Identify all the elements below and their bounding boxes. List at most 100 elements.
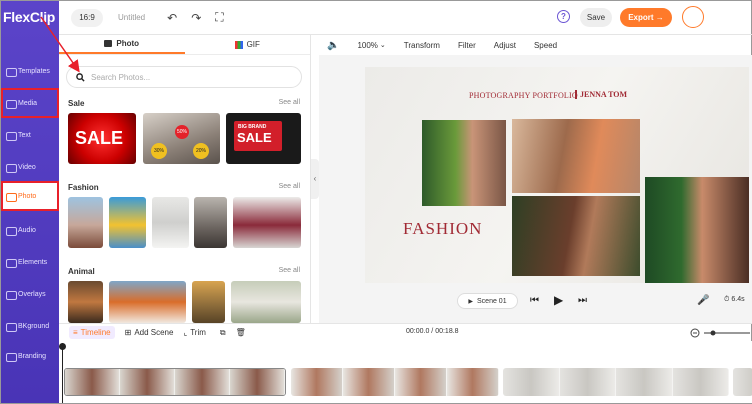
nav-item-label: BKground xyxy=(18,322,50,330)
canvas-photo-4[interactable] xyxy=(645,177,749,283)
sale-photo-3[interactable]: BIG BRAND SALE xyxy=(226,113,301,164)
play-small-icon: ▶ xyxy=(468,298,474,305)
nav-item-media[interactable]: Media xyxy=(1,88,59,118)
nav-item-label: Media xyxy=(18,99,38,107)
search-input[interactable] xyxy=(91,72,281,82)
sale-photo-1[interactable]: SALE xyxy=(68,113,136,164)
left-nav: FlexClip Templates Media Text Video Phot… xyxy=(1,1,59,403)
tab-gif[interactable]: GIF xyxy=(185,35,311,54)
nav-item-bkground[interactable]: BKground xyxy=(1,311,59,341)
nav-item-photo[interactable]: Photo xyxy=(1,181,59,211)
see-all-fashion-link[interactable]: See all xyxy=(279,183,300,190)
canvas-photo-2[interactable] xyxy=(512,119,640,193)
sale-photo-text: SALE xyxy=(75,128,124,148)
microphone-icon[interactable]: 🎤 xyxy=(697,295,709,306)
timecode: 00:00.0 / 00:18.8 xyxy=(406,328,459,335)
timeline-zoom[interactable] xyxy=(690,327,750,341)
section-title-fashion: Fashion xyxy=(68,183,99,192)
gif-tab-icon xyxy=(234,40,243,49)
app-logo[interactable]: FlexClip xyxy=(3,9,55,25)
scene-label: Scene 01 xyxy=(477,297,507,305)
flexclip-editor: FlexClip Templates Media Text Video Phot… xyxy=(0,0,752,404)
timeline-icon: ≡ xyxy=(73,328,78,337)
nav-item-branding[interactable]: Branding xyxy=(1,341,59,371)
tab-label: Timeline xyxy=(80,328,111,337)
aspect-ratio-button[interactable]: 16:9 xyxy=(71,8,103,27)
fashion-photo-3[interactable] xyxy=(152,197,189,248)
undo-icon[interactable]: ↶ xyxy=(167,11,177,25)
delete-icon[interactable]: 🗑 xyxy=(236,328,246,337)
export-button[interactable]: Export → xyxy=(620,8,672,27)
stage-toolbar: 🔈 100% ⌄ Transform Filter Adjust Speed xyxy=(319,35,752,55)
fullscreen-icon[interactable]: ⛶ xyxy=(215,10,223,25)
see-all-animal-link[interactable]: See all xyxy=(279,267,300,274)
playhead[interactable] xyxy=(59,343,66,403)
nav-item-audio[interactable]: Audio xyxy=(1,215,59,245)
chevron-down-icon[interactable]: ⌄ xyxy=(380,41,386,49)
media-panel: Photo GIF Sale See all SALE 50% 30% 20% xyxy=(59,35,311,323)
fashion-photo-1[interactable] xyxy=(68,197,103,248)
next-icon[interactable]: ⏭ xyxy=(578,295,587,306)
animal-photo-4[interactable] xyxy=(231,281,301,323)
player-controls: ▶ Scene 01 ⏮ ▶ ⏭ 🎤 ⏱ 6.4s xyxy=(319,291,752,311)
canvas-heading[interactable]: FASHION xyxy=(403,219,482,239)
canvas-title[interactable]: PHOTOGRAPHY PORTFOLIO xyxy=(469,91,578,100)
scene-clip-1[interactable] xyxy=(64,368,286,396)
photo-tab-icon xyxy=(104,40,113,47)
timeline-track xyxy=(59,341,752,403)
canvas-photo-1[interactable] xyxy=(422,120,506,206)
discount-badge: 20% xyxy=(193,143,209,159)
volume-icon[interactable]: 🔈 xyxy=(327,40,339,51)
scene-canvas[interactable]: PHOTOGRAPHY PORTFOLIO JENNA TOM FASHION xyxy=(365,67,749,283)
nav-item-label: Video xyxy=(18,163,36,171)
help-icon[interactable]: ? xyxy=(557,10,570,23)
tab-label: Photo xyxy=(116,39,140,48)
adjust-button[interactable]: Adjust xyxy=(494,41,516,50)
canvas-name[interactable]: JENNA TOM xyxy=(575,90,627,99)
fashion-photo-2[interactable] xyxy=(109,197,146,248)
scene-selector[interactable]: ▶ Scene 01 xyxy=(457,293,518,309)
fashion-photo-5[interactable] xyxy=(233,197,301,248)
scene-clip-3[interactable] xyxy=(503,368,729,396)
avatar[interactable] xyxy=(682,6,704,28)
duplicate-icon[interactable]: ⧉ xyxy=(220,328,226,338)
tab-photo[interactable]: Photo xyxy=(59,35,185,54)
nav-item-label: Elements xyxy=(18,258,48,266)
scene-clip-4[interactable] xyxy=(733,368,752,396)
project-title[interactable]: Untitled xyxy=(118,13,145,22)
trim-button[interactable]: ⌞ Trim xyxy=(183,328,205,337)
search-icon xyxy=(76,72,85,82)
nav-item-label: Text xyxy=(18,131,31,139)
scene-duration[interactable]: ⏱ 6.4s xyxy=(724,296,745,304)
save-button[interactable]: Save xyxy=(580,8,612,27)
nav-item-elements[interactable]: Elements xyxy=(1,247,59,277)
sale-photo-text: SALE xyxy=(237,130,272,145)
redo-icon[interactable]: ↷ xyxy=(191,11,201,25)
fashion-photo-4[interactable] xyxy=(194,197,227,248)
play-icon[interactable]: ▶ xyxy=(554,293,563,307)
canvas-photo-3[interactable] xyxy=(512,196,640,276)
nav-item-overlays[interactable]: Overlays xyxy=(1,279,59,309)
animal-photo-3[interactable] xyxy=(192,281,225,323)
nav-item-video[interactable]: Video xyxy=(1,152,59,182)
previous-icon[interactable]: ⏮ xyxy=(530,295,539,306)
nav-item-templates[interactable]: Templates xyxy=(1,56,59,86)
see-all-sale-link[interactable]: See all xyxy=(279,99,300,106)
sale-photo-2[interactable]: 50% 30% 20% xyxy=(143,113,220,164)
speed-button[interactable]: Speed xyxy=(534,41,557,50)
zoom-select[interactable]: 100% xyxy=(357,41,377,50)
discount-badge: 50% xyxy=(175,125,189,139)
add-scene-button[interactable]: ⊞ Add Scene xyxy=(125,328,174,337)
animal-photo-2[interactable] xyxy=(109,281,186,323)
button-label: Trim xyxy=(190,328,206,337)
animal-photo-1[interactable] xyxy=(68,281,103,323)
tab-timeline[interactable]: ≡ Timeline xyxy=(69,326,115,339)
zoom-slider[interactable] xyxy=(690,327,750,339)
scene-clip-2[interactable] xyxy=(291,368,499,396)
search-box xyxy=(66,66,302,88)
nav-item-text[interactable]: Text xyxy=(1,120,59,150)
collapse-panel-button[interactable]: ‹ xyxy=(311,159,319,199)
nav-item-label: Overlays xyxy=(18,290,46,298)
filter-button[interactable]: Filter xyxy=(458,41,476,50)
transform-button[interactable]: Transform xyxy=(404,41,440,50)
